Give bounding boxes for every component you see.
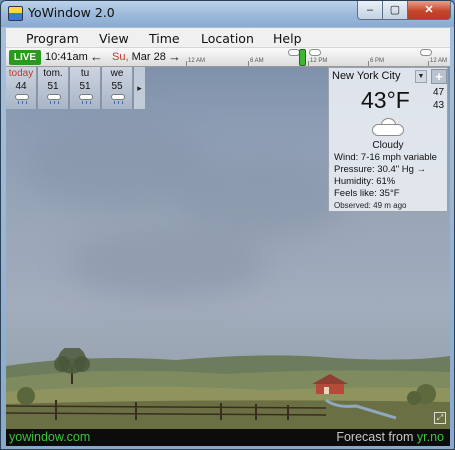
app-window: YoWindow 2.0 – ▢ ✕ Program View Time Loc…: [0, 0, 455, 450]
humidity-detail: Humidity: 61%: [334, 176, 396, 187]
timeline-tick: [308, 61, 309, 66]
timeline-tick: [186, 61, 187, 66]
minimize-button[interactable]: –: [357, 1, 383, 20]
live-button[interactable]: LIVE: [9, 50, 41, 65]
current-temperature: 43°F: [361, 87, 410, 113]
current-time: 10:41am: [45, 51, 88, 63]
day-temp: 55: [111, 81, 123, 92]
timeline-hour: 12 PM: [310, 58, 328, 64]
rain-cloud-icon: [111, 94, 125, 104]
window-title: YoWindow 2.0: [28, 5, 115, 20]
cloudy-icon: [372, 118, 404, 136]
day-label: tu: [80, 68, 90, 79]
menu-bar: Program View Time Location Help: [6, 28, 450, 48]
fullscreen-icon[interactable]: ⤢: [434, 412, 446, 424]
city-dropdown-icon[interactable]: ▼: [415, 70, 427, 83]
next-arrow-icon[interactable]: →: [168, 49, 181, 64]
current-date: Su, Mar 28: [112, 51, 166, 63]
timeline-tick: [428, 61, 429, 66]
day-temp: 51: [79, 81, 91, 92]
timeline-tick: [368, 61, 369, 66]
day-temp: 51: [47, 81, 59, 92]
timeline-slider-handle[interactable]: [299, 49, 306, 66]
wind-detail: Wind: 7-16 mph variable: [334, 152, 437, 163]
yowindow-app-icon[interactable]: [8, 6, 23, 21]
menu-help[interactable]: Help: [273, 31, 302, 46]
menu-program[interactable]: Program: [26, 31, 79, 46]
weather-scene: LIVE 10:41am ← Su, Mar 28 → 12 AM 6 AM 1…: [6, 48, 450, 446]
yowindow-link[interactable]: yowindow.com: [9, 430, 90, 444]
date-weekday: Su,: [112, 51, 129, 63]
temp-low: 43: [433, 100, 445, 111]
timeline-cloud-icon: [309, 49, 321, 56]
forecast-day-wednesday[interactable]: we 55: [102, 67, 133, 109]
title-bar[interactable]: YoWindow 2.0 – ▢ ✕: [1, 1, 454, 27]
close-button[interactable]: ✕: [407, 1, 451, 20]
current-conditions-panel: New York City ▼ + 43°F 47 43 Cloudy Wind…: [328, 67, 448, 212]
prev-arrow-icon[interactable]: ←: [90, 49, 103, 64]
add-location-button[interactable]: +: [431, 69, 447, 84]
day-label: we: [110, 68, 124, 79]
timeline-hour: 6 AM: [250, 58, 264, 64]
menu-time[interactable]: Time: [149, 31, 180, 46]
forecast-day-tomorrow[interactable]: tom. 51: [38, 67, 69, 109]
day-label: tom.: [43, 68, 63, 79]
forecast-more-button[interactable]: ▸: [134, 67, 145, 109]
observed-time: Observed: 49 m ago: [334, 201, 407, 210]
pressure-detail: Pressure: 30.4" Hg →: [334, 164, 427, 175]
rain-cloud-icon: [47, 94, 61, 104]
city-name[interactable]: New York City: [332, 70, 400, 82]
sky-cloud: [66, 228, 266, 298]
day-temp: 44: [15, 81, 27, 92]
rain-cloud-icon: [15, 94, 29, 104]
day-label: today: [8, 68, 34, 79]
menu-view[interactable]: View: [99, 31, 129, 46]
sky-cloud: [176, 158, 346, 238]
rain-cloud-icon: [79, 94, 93, 104]
forecast-source-label: Forecast from: [336, 430, 417, 444]
maximize-button[interactable]: ▢: [382, 1, 408, 20]
timeline-hour: 12 AM: [188, 58, 206, 64]
timeline-bar[interactable]: LIVE 10:41am ← Su, Mar 28 → 12 AM 6 AM 1…: [6, 48, 450, 67]
forecast-day-tuesday[interactable]: tu 51: [70, 67, 101, 109]
date-day: Mar 28: [128, 51, 166, 63]
condition-text: Cloudy: [372, 140, 404, 151]
yrno-link[interactable]: yr.no: [417, 430, 444, 444]
landscape-illustration: [6, 348, 450, 431]
forecast-source: Forecast from yr.no: [336, 430, 444, 444]
menu-location[interactable]: Location: [201, 31, 254, 46]
temp-high: 47: [433, 87, 445, 98]
timeline-cloud-icon: [420, 49, 432, 56]
forecast-day-today[interactable]: today 44: [6, 67, 37, 109]
footer-bar: yowindow.com Forecast from yr.no: [6, 429, 450, 446]
timeline-hour: 12 AM: [430, 58, 448, 64]
timeline-tick: [248, 61, 249, 66]
timeline-hour: 6 PM: [370, 58, 385, 64]
feels-like-detail: Feels like: 35°F: [334, 188, 400, 199]
